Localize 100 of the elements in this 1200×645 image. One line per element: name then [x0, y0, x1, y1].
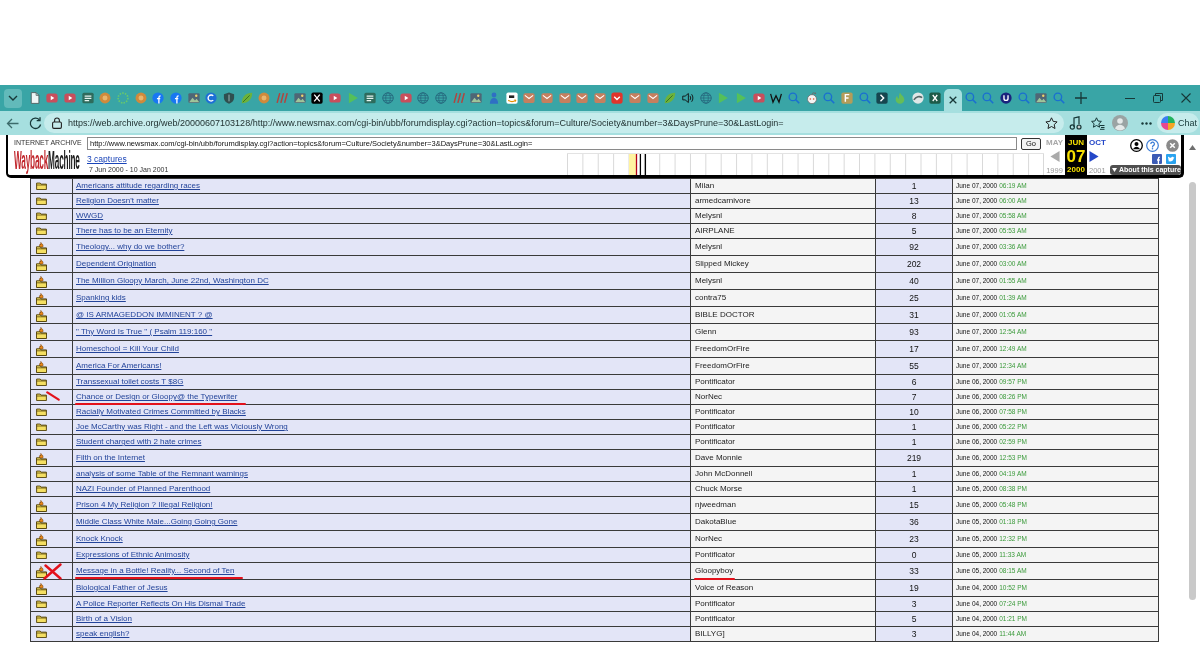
tab-list-button[interactable]: [4, 88, 22, 108]
topic-link[interactable]: Knock Knock: [76, 534, 123, 543]
topic-link[interactable]: Filth on the Internet: [76, 453, 145, 462]
topic-link[interactable]: Racially Motivated Crimes Committed by Blacks: [76, 407, 246, 416]
back-arrow-icon[interactable]: [6, 117, 19, 129]
topic-link[interactable]: analysis of some Table of the Remnant warnings: [76, 469, 248, 478]
arrow-box-icon[interactable]: [876, 92, 889, 104]
video-play-icon[interactable]: [329, 92, 341, 104]
bird-square-icon[interactable]: [1166, 154, 1176, 164]
next-month[interactable]: OCT: [1089, 138, 1106, 148]
wayback-logo[interactable]: WaybackMachine: [14, 147, 80, 174]
face-icon[interactable]: [805, 92, 818, 104]
topic-link[interactable]: The Million Gloopy March, June 22nd, Washington DC: [76, 276, 269, 285]
star-list-icon[interactable]: [1091, 116, 1105, 130]
search-icon[interactable]: [1052, 92, 1065, 104]
video-play-icon[interactable]: [46, 92, 59, 104]
search-icon[interactable]: [858, 92, 871, 104]
f-square-icon[interactable]: [841, 92, 853, 104]
next-arrow-icon[interactable]: [1089, 151, 1099, 162]
chevron-square-icon[interactable]: [611, 92, 624, 104]
reload-icon[interactable]: [29, 116, 42, 130]
globe-icon[interactable]: [699, 92, 712, 104]
envelope-icon[interactable]: [646, 92, 659, 104]
image-icon[interactable]: [1035, 92, 1048, 104]
f-square-icon[interactable]: [1152, 154, 1162, 164]
topic-link[interactable]: Biological Father of Jesus: [76, 583, 168, 592]
circle-icon[interactable]: [99, 92, 112, 104]
circle-icon[interactable]: [258, 92, 271, 104]
topic-link[interactable]: WWGD: [76, 211, 104, 220]
image-icon[interactable]: [470, 92, 483, 104]
chat-button[interactable]: Chat: [1157, 113, 1199, 133]
video-play-icon[interactable]: [64, 92, 77, 104]
scrollbar-thumb[interactable]: [1189, 182, 1196, 600]
u-circle-icon[interactable]: [999, 92, 1012, 104]
globe-icon[interactable]: [434, 92, 447, 104]
envelope-icon[interactable]: [576, 92, 589, 104]
restore-icon[interactable]: [1153, 93, 1163, 103]
topic-link[interactable]: Americans attitude regarding races: [76, 181, 201, 190]
music-note-icon[interactable]: [1069, 116, 1082, 130]
circle-icon[interactable]: [134, 92, 147, 104]
document-icon[interactable]: [28, 92, 41, 104]
swoosh-icon[interactable]: [911, 92, 924, 104]
image-icon[interactable]: [293, 92, 306, 104]
video-play-icon[interactable]: [399, 92, 412, 104]
topic-link[interactable]: Student charged with 2 hate crimes: [76, 437, 202, 446]
search-icon[interactable]: [1017, 92, 1030, 104]
topic-link[interactable]: Homeschool = Kill Your Child: [76, 344, 179, 353]
topic-link[interactable]: speak english?: [76, 629, 130, 638]
topic-link[interactable]: Expressions of Ethnic Animosity: [76, 550, 190, 559]
minimize-icon[interactable]: [1125, 97, 1135, 99]
topic-link[interactable]: Spanking kids: [76, 293, 126, 302]
envelope-icon[interactable]: [523, 92, 536, 104]
envelope-icon[interactable]: [593, 92, 606, 104]
topic-link[interactable]: Religion Doesn't matter: [76, 196, 159, 205]
c-ring-icon[interactable]: [205, 92, 218, 104]
topic-link[interactable]: Birth of a Vision: [76, 614, 132, 623]
envelope-icon[interactable]: [558, 92, 571, 104]
topic-link[interactable]: Theology... why do we bother?: [76, 242, 185, 251]
avatar-icon[interactable]: [1112, 115, 1128, 131]
search-icon[interactable]: [982, 92, 995, 104]
globe-icon[interactable]: [417, 92, 430, 104]
topic-link[interactable]: " Thy Word Is True " ( Psalm 119:160 ": [76, 327, 213, 336]
close-icon[interactable]: [948, 96, 957, 104]
speaker-icon[interactable]: [682, 92, 695, 104]
topic-link[interactable]: Chance or Design or Gloopy@ the Typewriter: [76, 392, 238, 401]
f-circle-icon[interactable]: [170, 92, 183, 104]
lock-icon[interactable]: [52, 117, 62, 129]
search-icon[interactable]: [964, 92, 977, 104]
topic-link[interactable]: Transsexual toilet costs T $8G: [76, 377, 184, 386]
topic-link[interactable]: Joe McCarthy was Right - and the Left was Viciously Wrong: [76, 422, 288, 431]
captures-link[interactable]: 3 captures: [87, 154, 127, 164]
user-circle-icon[interactable]: [1130, 139, 1143, 152]
topic-link[interactable]: Message in a Bottle! Reality... Second of Ten: [76, 566, 235, 575]
video-play-icon[interactable]: [752, 92, 765, 104]
envelope-icon[interactable]: [540, 92, 553, 104]
leaf-icon[interactable]: [664, 92, 677, 104]
topic-link[interactable]: A Police Reporter Reflects On His Dismal Trade: [76, 599, 246, 608]
topic-link[interactable]: There has to be an Eternity: [76, 226, 173, 235]
shield-icon[interactable]: [223, 92, 236, 104]
help-icon[interactable]: [1146, 139, 1159, 152]
topic-link[interactable]: Dependent Origination: [76, 259, 157, 268]
w-logo-icon[interactable]: [770, 92, 783, 104]
search-icon[interactable]: [788, 92, 801, 104]
address-field[interactable]: https://web.archive.org/web/20000607103128/http://www.newsmax.com/cgi-bin/ubb/forumdisplay.cgi?action=topics&forum=Culture/Society&number=3&DaysPrune=30&LastLogin=: [44, 113, 1064, 133]
card-icon[interactable]: [81, 92, 94, 104]
card-icon[interactable]: [364, 92, 377, 104]
scroll-up-arrow-icon[interactable]: [1189, 145, 1196, 150]
envelope-icon[interactable]: [629, 92, 642, 104]
dotted-ring-icon[interactable]: [117, 92, 130, 104]
person-icon[interactable]: [487, 92, 500, 104]
f-circle-icon[interactable]: [152, 92, 165, 104]
topic-link[interactable]: @ IS ARMAGEDDON IMMINENT ? @: [76, 310, 213, 319]
x-square-icon[interactable]: [311, 92, 324, 104]
star-icon[interactable]: [1045, 116, 1058, 130]
plus-icon[interactable]: [1074, 92, 1087, 104]
topic-link[interactable]: NAZI Founder of Planned Parenthood: [76, 484, 211, 493]
image-icon[interactable]: [187, 92, 200, 104]
more-menu-icon[interactable]: [1141, 121, 1152, 125]
topic-link[interactable]: Middle Class White Male...Going Going Gone: [76, 517, 238, 526]
stripes-icon[interactable]: [452, 92, 465, 104]
